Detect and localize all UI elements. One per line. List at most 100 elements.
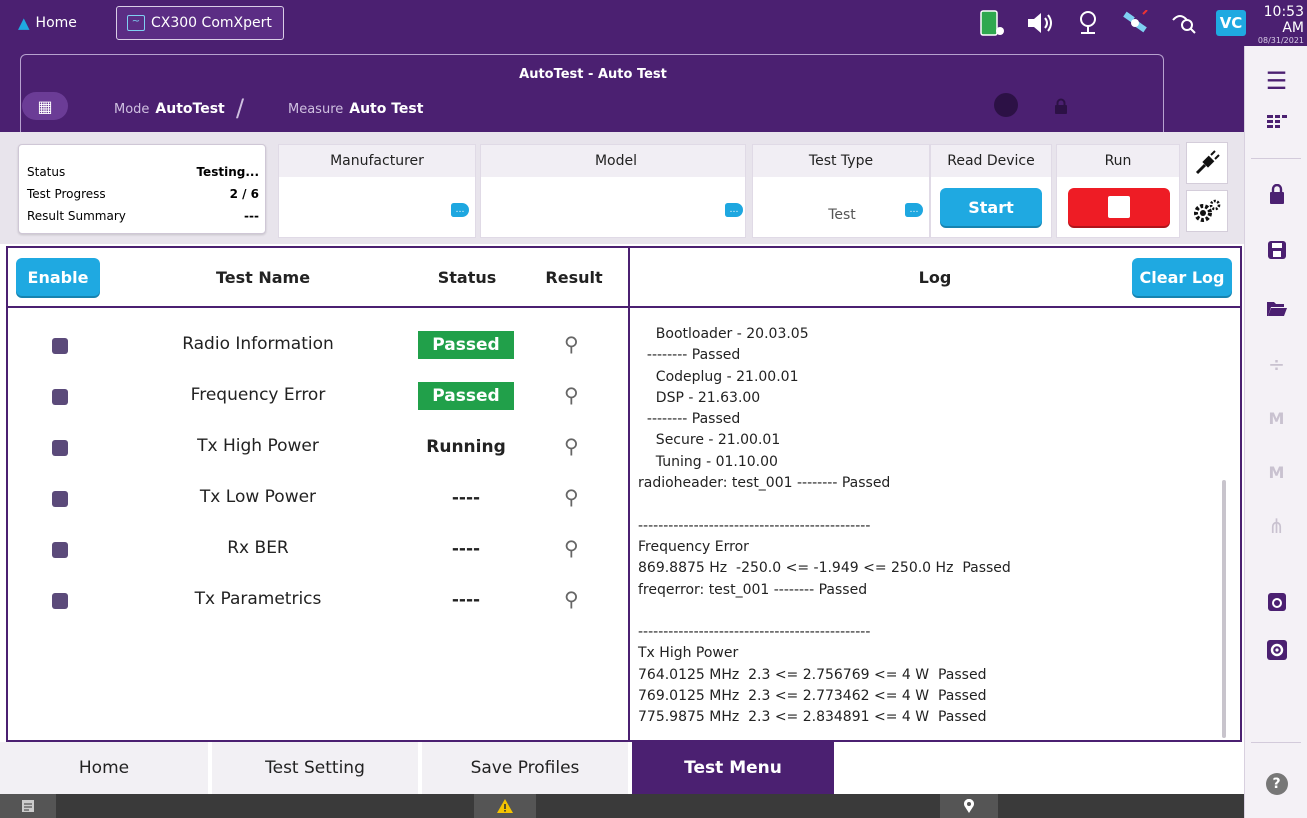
- mode-selector[interactable]: Mode AutoTest: [114, 101, 225, 117]
- home-tab-label: Home: [35, 15, 77, 31]
- gps-pin-icon[interactable]: [940, 794, 998, 818]
- test-table-header: Enable Test Name Status Result: [8, 248, 628, 308]
- col-result: Result: [545, 268, 603, 287]
- status-summary: Status Testing... Test Progress 2 / 6 Re…: [18, 144, 266, 234]
- lock-screen-icon[interactable]: [1245, 180, 1307, 208]
- sidebar-divider: [1251, 158, 1301, 159]
- read-device-label: Read Device: [931, 145, 1051, 177]
- app-tab-label: CX300 ComXpert: [151, 15, 272, 31]
- screenshot-icon[interactable]: [1245, 588, 1307, 616]
- stop-button[interactable]: [1068, 188, 1170, 226]
- marker-icon[interactable]: M: [1245, 404, 1307, 432]
- config-button[interactable]: [1186, 190, 1228, 232]
- measure-selector[interactable]: Measure Auto Test: [288, 101, 423, 117]
- notes-icon[interactable]: [0, 794, 56, 818]
- magnifier-icon[interactable]: ⚲: [564, 434, 579, 458]
- battery-icon[interactable]: [976, 8, 1008, 38]
- table-row[interactable]: Tx Low Power ---- ⚲: [8, 481, 628, 531]
- enable-checkbox[interactable]: [52, 491, 68, 507]
- magnifier-icon[interactable]: ⚲: [564, 536, 579, 560]
- tab-home[interactable]: Home: [0, 742, 208, 794]
- tab-test-menu[interactable]: Test Menu: [632, 742, 834, 794]
- vnc-icon[interactable]: VC: [1216, 10, 1246, 36]
- magnifier-icon[interactable]: ⚲: [564, 485, 579, 509]
- table-row[interactable]: Rx BER ---- ⚲: [8, 532, 628, 582]
- enable-checkbox[interactable]: [52, 389, 68, 405]
- speaker-icon[interactable]: [1024, 8, 1056, 38]
- settings-icon[interactable]: [1245, 636, 1307, 664]
- enable-checkbox[interactable]: [52, 338, 68, 354]
- open-folder-icon[interactable]: [1245, 294, 1307, 322]
- log-line: Bootloader - 20.03.05: [638, 326, 809, 342]
- table-row[interactable]: Tx High Power Running ⚲: [8, 430, 628, 480]
- test-name: Tx Parametrics: [194, 589, 322, 609]
- top-bar: ▲ Home ~ CX300 ComXpert VC 10:53 AM 08/3…: [0, 0, 1307, 46]
- magnifier-icon[interactable]: ⚲: [564, 587, 579, 611]
- magnifier-icon[interactable]: ⚲: [564, 383, 579, 407]
- test-name: Tx Low Power: [199, 487, 317, 507]
- app-tab[interactable]: ~ CX300 ComXpert: [116, 6, 284, 40]
- enable-checkbox[interactable]: [52, 440, 68, 456]
- save-icon[interactable]: [1245, 236, 1307, 264]
- run-label: Run: [1057, 145, 1179, 177]
- page-title: AutoTest - Auto Test: [519, 67, 667, 82]
- test-name: Radio Information: [182, 334, 334, 354]
- satellite-icon[interactable]: [1120, 8, 1152, 38]
- test-type-field[interactable]: Test Type Test …: [752, 144, 930, 238]
- peak-search-icon[interactable]: ⋔: [1245, 512, 1307, 540]
- log-panel: Log Clear Log Bootloader - 20.03.05 ----…: [628, 246, 1242, 742]
- table-row[interactable]: Tx Parametrics ---- ⚲: [8, 583, 628, 633]
- status-value: Testing...: [196, 165, 259, 179]
- warning-icon[interactable]: [474, 794, 536, 818]
- home-tab[interactable]: ▲ Home: [8, 6, 87, 40]
- log-line: 869.8875 Hz -250.0 <= -1.949 <= 250.0 Hz…: [638, 560, 1011, 577]
- log-line: 769.0125 MHz 2.3 <= 2.773462 <= 4 W Pass…: [638, 688, 987, 705]
- table-row[interactable]: Radio Information Passed ⚲: [8, 328, 628, 378]
- status-badge: Passed: [418, 331, 514, 359]
- tab-save-profiles[interactable]: Save Profiles: [422, 742, 628, 794]
- location-pin-icon[interactable]: [1072, 8, 1104, 38]
- status-bar: [0, 794, 1244, 818]
- model-label: Model: [481, 145, 745, 177]
- clock-time: 10:53 AM: [1263, 4, 1304, 36]
- model-field[interactable]: Model …: [480, 144, 746, 238]
- title-panel: AutoTest - Auto Test ▦ Mode AutoTest / Me…: [0, 46, 1244, 132]
- measure-label: Measure: [288, 102, 344, 117]
- log-line: 775.9875 MHz 2.3 <= 2.834891 <= 4 W Pass…: [638, 709, 987, 726]
- status-text: Running: [426, 437, 506, 457]
- apps-grid-button[interactable]: ▦: [22, 92, 68, 120]
- right-sidebar: ☰ ÷ M M ⋔ ?: [1244, 46, 1307, 818]
- marker-table-icon[interactable]: M: [1245, 458, 1307, 486]
- enable-checkbox[interactable]: [52, 542, 68, 558]
- log-line: 764.0125 MHz 2.3 <= 2.756769 <= 4 W Pass…: [638, 666, 987, 683]
- measure-value: Auto Test: [349, 101, 424, 117]
- result-summary-label: Result Summary: [27, 209, 126, 223]
- help-icon[interactable]: ?: [1245, 768, 1307, 800]
- col-status: Status: [437, 268, 497, 287]
- menu-icon[interactable]: ☰: [1245, 66, 1307, 96]
- progress-row: Test Progress 2 / 6: [27, 187, 259, 201]
- enable-button[interactable]: Enable: [16, 258, 100, 296]
- connect-button[interactable]: [1186, 142, 1228, 184]
- wifi-search-icon[interactable]: [1168, 8, 1200, 38]
- progress-label: Test Progress: [27, 187, 106, 201]
- manufacturer-field[interactable]: Manufacturer …: [278, 144, 476, 238]
- lock-icon: [1055, 98, 1067, 114]
- test-name: Frequency Error: [190, 385, 326, 405]
- log-text[interactable]: Bootloader - 20.03.05 -------- Passed Co…: [638, 324, 1218, 729]
- log-line: Secure - 21.00.01: [638, 432, 781, 449]
- status-text: ----: [451, 539, 481, 559]
- start-button[interactable]: Start: [940, 188, 1042, 226]
- tab-test-setting[interactable]: Test Setting: [212, 742, 418, 794]
- log-scrollbar[interactable]: [1222, 480, 1226, 738]
- enable-checkbox[interactable]: [52, 593, 68, 609]
- clock: 10:53 AM 08/31/2021: [1252, 4, 1304, 46]
- mode-label: Mode: [114, 102, 150, 117]
- split-icon[interactable]: ÷: [1245, 350, 1307, 378]
- log-line: ----------------------------------------…: [638, 624, 871, 641]
- clear-log-button[interactable]: Clear Log: [1132, 258, 1232, 296]
- layout-icon[interactable]: [1245, 110, 1307, 134]
- table-row[interactable]: Frequency Error Passed ⚲: [8, 379, 628, 429]
- log-line: -------- Passed: [638, 411, 741, 428]
- magnifier-icon[interactable]: ⚲: [564, 332, 579, 356]
